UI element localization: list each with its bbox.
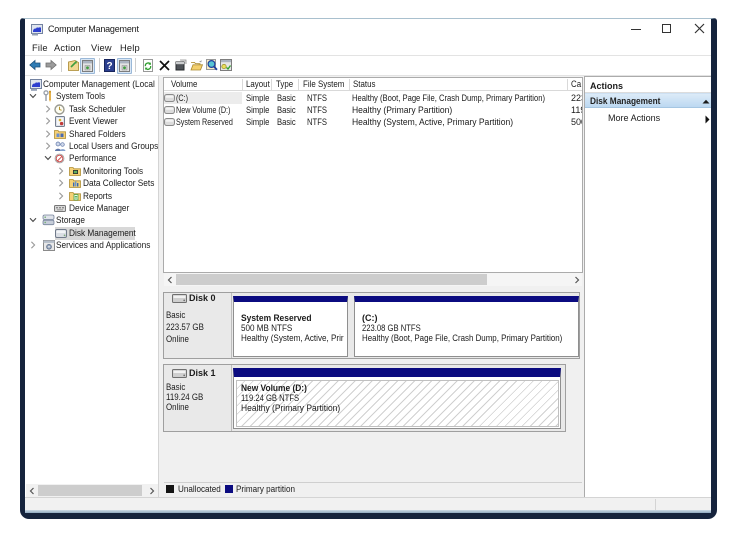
svg-text:?: ? bbox=[106, 61, 112, 72]
